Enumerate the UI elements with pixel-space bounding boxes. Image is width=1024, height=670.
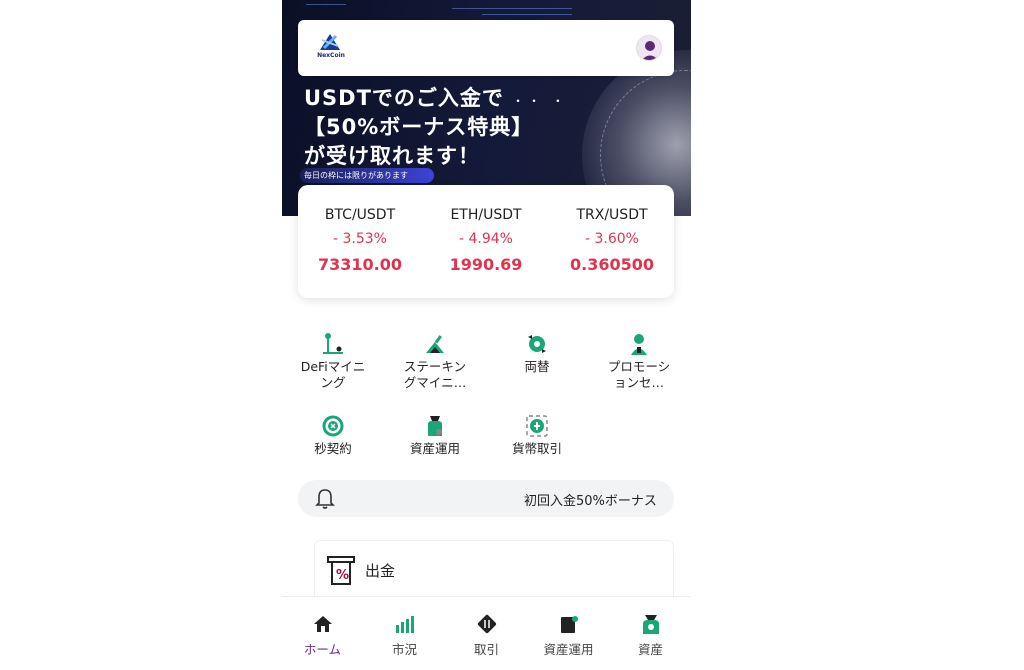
- ticker-change: - 4.94%: [459, 231, 513, 247]
- menu-label: 貨幣取引: [511, 441, 562, 456]
- banner-dots: ・・ ・: [512, 94, 568, 108]
- assets-icon: [643, 615, 659, 634]
- menu-label: 資産運用: [409, 441, 460, 456]
- market-ticker-card: BTC/USDT - 3.53% 73310.00 ETH/USDT - 4.9…: [298, 185, 674, 298]
- nav-trade[interactable]: 取引: [446, 597, 527, 670]
- ticker-pair: TRX/USDT: [576, 207, 648, 223]
- menu-label: 両替: [524, 359, 550, 374]
- user-avatar[interactable]: [636, 35, 662, 61]
- menu-label: ステーキン グマイニ…: [403, 359, 467, 390]
- ticker-change: - 3.53%: [333, 231, 387, 247]
- home-icon: [314, 616, 332, 632]
- second-contract-icon: [322, 415, 344, 437]
- logo-icon: [320, 34, 340, 50]
- nav-label: 市況: [391, 642, 417, 657]
- nav-label: 資産運用: [543, 642, 594, 657]
- header-bar: NexCoin: [298, 20, 674, 76]
- wallet-icon: [561, 616, 578, 633]
- app-logo[interactable]: NexCoin: [314, 32, 346, 64]
- ticker-pair: BTC/USDT: [324, 207, 396, 223]
- nav-home[interactable]: ホーム: [282, 597, 363, 670]
- bell-icon: [315, 489, 335, 509]
- ticker-price: 0.360500: [569, 255, 654, 274]
- asset-management-icon: [428, 416, 442, 436]
- trade-icon: [477, 614, 497, 634]
- nav-market[interactable]: 市況: [364, 597, 445, 670]
- withdraw-label: 出金: [365, 562, 396, 580]
- exchange-icon: [528, 335, 546, 353]
- svg-text:%: %: [336, 568, 349, 583]
- ticker-price: 73310.00: [317, 255, 402, 274]
- ticker-pair: ETH/USDT: [450, 207, 522, 223]
- ticker-change: - 3.60%: [585, 231, 639, 247]
- notice-text: 初回入金50%ボーナス: [524, 494, 657, 509]
- logo-text: NexCoin: [317, 52, 345, 59]
- nav-asset-management[interactable]: 資産運用: [528, 597, 609, 670]
- menu-label: 秒契約: [314, 441, 352, 456]
- nav-assets[interactable]: 資産: [610, 597, 691, 670]
- bottom-nav: ホーム 市況 取引 資産運用 資産: [282, 596, 691, 670]
- nav-label: ホーム: [303, 642, 342, 657]
- market-icon: [396, 616, 414, 633]
- banner-line: [452, 8, 572, 9]
- nav-label: 取引: [473, 642, 499, 657]
- defi-mining-icon: [323, 333, 343, 354]
- ticker-price: 1990.69: [449, 255, 523, 274]
- withdraw-icon: %: [327, 556, 355, 585]
- banner-note: 毎日の枠には限りがあります: [300, 168, 434, 183]
- nav-label: 資産: [637, 642, 663, 657]
- staking-icon: [426, 335, 444, 353]
- notice-bar[interactable]: 初回入金50%ボーナス: [298, 480, 674, 517]
- banner-line: [306, 4, 346, 5]
- menu-label: DeFiマイニ ング: [300, 359, 366, 390]
- app-screen: USDTでのご入金で 【50%ボーナス特典】 が受け取れます！ ・・ ・ 毎日の…: [282, 0, 691, 670]
- promotion-icon: [631, 334, 647, 355]
- banner-line: [482, 14, 572, 15]
- menu-label: プロモーシ ョンセ…: [607, 359, 671, 390]
- user-icon: [641, 41, 659, 60]
- currency-trade-icon: [526, 415, 548, 437]
